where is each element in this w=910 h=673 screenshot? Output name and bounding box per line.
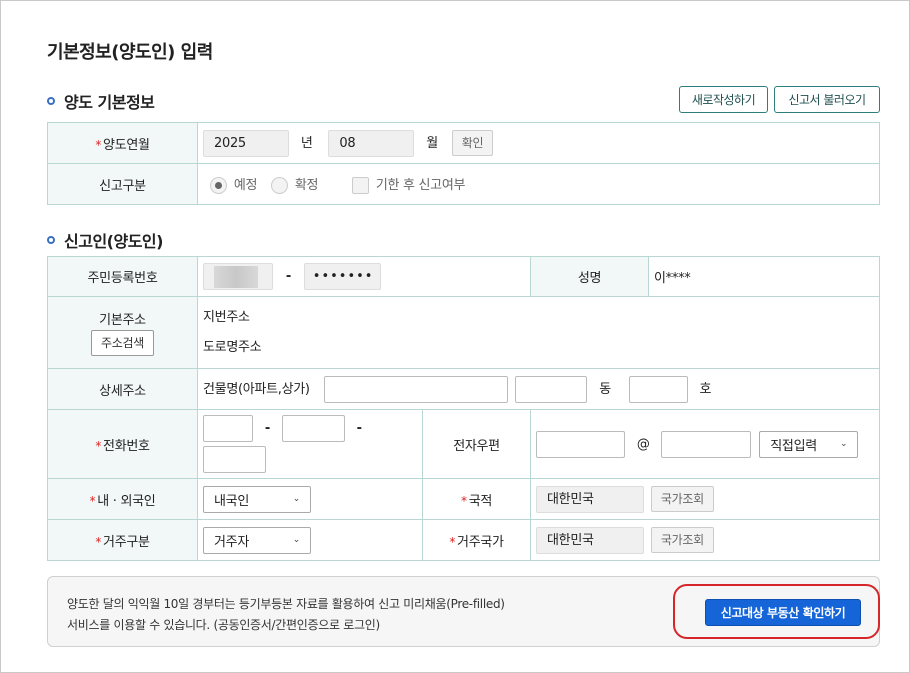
email-label: 전자우편 <box>421 409 532 479</box>
masked-value <box>214 265 258 288</box>
section-title-text: 양도 기본정보 <box>64 93 155 112</box>
nationality-input: 대한민국 <box>536 485 645 513</box>
section-bullet-icon <box>47 236 55 244</box>
residence-country-search-button[interactable]: 국가조회 <box>650 527 714 553</box>
phone-part2-input[interactable] <box>281 415 345 442</box>
month-input[interactable]: 08 <box>328 129 415 157</box>
resident-type-select[interactable]: 거주자 ⌄ <box>203 526 311 554</box>
chevron-down-icon: ⌄ <box>292 535 301 545</box>
email-domain-input[interactable] <box>661 430 752 458</box>
notice-line-1: 양도한 달의 익익월 10일 경부터는 등기부등본 자료를 활용하여 신고 미리… <box>67 597 505 611</box>
notice-line-2: 서비스를 이용할 수 있습니다. (공동인증서/간편인증으로 로그인) <box>67 618 380 632</box>
dong-unit: 동 <box>599 381 611 397</box>
address-search-button[interactable]: 주소검색 <box>91 330 154 356</box>
radio-planned[interactable] <box>210 177 227 194</box>
ho-input[interactable] <box>628 375 688 403</box>
page-title: 기본정보(양도인) 입력 <box>47 42 213 63</box>
reporter-table: 주민등록번호 - ••••••• 성명 이**** 기본주소 주소검색 지번주소… <box>47 256 880 561</box>
phone-part1-input[interactable] <box>203 415 253 442</box>
resident-type-label: * 거주구분 <box>47 519 198 561</box>
chevron-down-icon: ⌄ <box>840 439 848 449</box>
phone-dash-1: - <box>264 421 270 436</box>
residence-country-label: * 거주국가 <box>421 519 532 561</box>
load-report-button[interactable]: 신고서 불러오기 <box>774 86 880 113</box>
residency-select[interactable]: 내국인 ⌄ <box>203 485 311 513</box>
transfer-basic-table: * 양도연월 2025 년 08 월 확인 신고구분 예정 확정 기한 후 신고여… <box>47 122 880 205</box>
residency-label: * 내 · 외국인 <box>47 478 198 520</box>
check-target-property-button[interactable]: 신고대상 부동산 확인하기 <box>705 599 861 626</box>
section-title-text: 신고인(양도인) <box>64 232 163 251</box>
phone-part3-input[interactable] <box>203 446 266 473</box>
year-input[interactable]: 2025 <box>203 129 289 157</box>
phone-label: * 전화번호 <box>47 409 198 479</box>
month-label: * 양도연월 <box>47 122 198 164</box>
detail-address-label: 상세주소 <box>47 368 198 410</box>
dong-input[interactable] <box>515 375 588 403</box>
name-value: 이**** <box>648 256 880 297</box>
radio-final[interactable] <box>271 177 289 194</box>
new-write-button[interactable]: 새로작성하기 <box>679 86 768 113</box>
radio-final-label: 확정 <box>294 178 319 193</box>
rrn-back-input[interactable]: ••••••• <box>303 263 381 290</box>
email-domain-select[interactable]: 직접입력 ⌄ <box>759 430 859 458</box>
base-address-label: 기본주소 주소검색 <box>47 296 198 369</box>
report-type-label: 신고구분 <box>47 163 198 205</box>
phone-dash-2: - <box>356 421 362 436</box>
chevron-down-icon: ⌄ <box>292 494 301 504</box>
year-unit: 년 <box>300 135 313 151</box>
late-report-label: 기한 후 신고여부 <box>375 178 466 193</box>
confirm-button[interactable]: 확인 <box>451 130 494 156</box>
email-id-input[interactable] <box>536 430 626 458</box>
building-name-label: 건물명(아파트,상가) <box>203 381 310 397</box>
rrn-front-input[interactable] <box>203 263 273 290</box>
road-address: 도로명주소 <box>203 339 262 355</box>
section-title-reporter: 신고인(양도인) <box>47 228 163 252</box>
rrn-dash: - <box>285 269 291 284</box>
section-title-transfer-basic: 양도 기본정보 <box>47 89 155 113</box>
rrn-label: 주민등록번호 <box>47 256 198 297</box>
building-name-input[interactable] <box>323 375 508 403</box>
section-bullet-icon <box>47 97 55 105</box>
nationality-label: * 국적 <box>421 478 532 520</box>
ho-unit: 호 <box>699 381 712 397</box>
late-report-checkbox[interactable] <box>352 177 370 194</box>
name-label: 성명 <box>530 256 650 297</box>
lot-address: 지번주소 <box>203 309 250 325</box>
month-unit: 월 <box>426 135 438 151</box>
residence-country-input: 대한민국 <box>536 526 645 554</box>
radio-planned-label: 예정 <box>233 178 258 193</box>
nationality-search-button[interactable]: 국가조회 <box>650 486 714 512</box>
email-at: @ <box>636 436 650 452</box>
